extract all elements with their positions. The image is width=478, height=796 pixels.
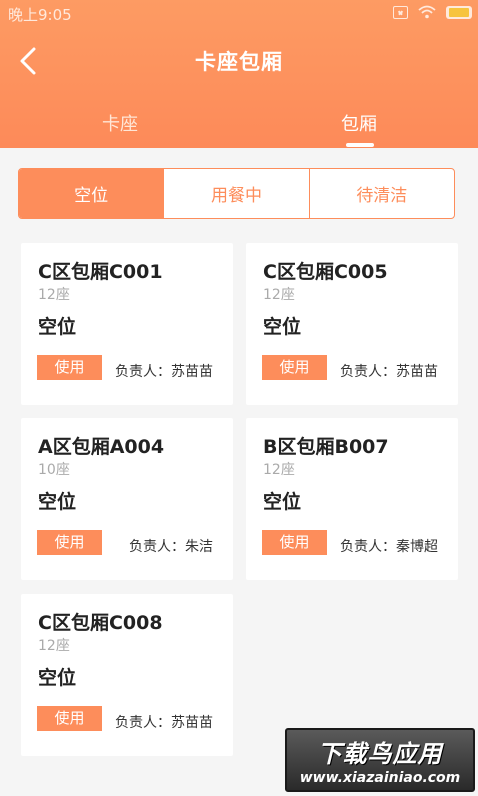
status-time: 晚上9:05 <box>8 6 72 24</box>
tab-booth[interactable]: 卡座 <box>60 110 180 136</box>
room-status: 空位 <box>38 667 77 689</box>
room-manager: 负责人：苏苗苗 <box>115 364 213 380</box>
use-button[interactable]: 使用 <box>262 530 327 555</box>
room-name: C区包厢C008 <box>38 612 163 634</box>
watermark-url: www.xiazainiao.com <box>299 770 461 786</box>
room-seats: 10座 <box>38 462 70 478</box>
room-manager: 负责人：苏苗苗 <box>340 364 438 380</box>
filter-vacant[interactable]: 空位 <box>19 169 164 218</box>
room-manager: 负责人：朱洁 <box>129 539 213 555</box>
status-filter: 空位 用餐中 待清洁 <box>18 168 455 219</box>
room-status: 空位 <box>263 491 302 513</box>
room-name: C区包厢C005 <box>263 261 388 283</box>
room-name: C区包厢C001 <box>38 261 163 283</box>
tab-indicator <box>346 143 374 147</box>
use-button[interactable]: 使用 <box>37 355 102 380</box>
status-bar: 晚上9:05 <box>0 0 478 28</box>
page-title: 卡座包厢 <box>195 50 283 74</box>
room-status: 空位 <box>263 316 302 338</box>
tab-private-room[interactable]: 包厢 <box>299 110 419 136</box>
filter-to-clean[interactable]: 待清洁 <box>308 169 454 218</box>
room-name: B区包厢B007 <box>263 436 389 458</box>
use-button[interactable]: 使用 <box>37 530 102 555</box>
room-card[interactable]: C区包厢C008 12座 空位 使用 负责人：苏苗苗 <box>21 594 233 756</box>
room-manager: 负责人：秦博超 <box>340 539 438 555</box>
room-seats: 12座 <box>263 462 295 478</box>
watermark-logo: 下载鸟应用 www.xiazainiao.com <box>285 728 475 792</box>
room-seats: 12座 <box>38 287 70 303</box>
room-manager: 负责人：苏苗苗 <box>115 715 213 731</box>
battery-icon <box>446 5 472 19</box>
room-card[interactable]: B区包厢B007 12座 空位 使用 负责人：秦博超 <box>246 418 458 580</box>
wifi-icon <box>418 5 436 19</box>
header: 晚上9:05 卡座包厢 卡座 包厢 <box>0 0 478 148</box>
filter-dining[interactable]: 用餐中 <box>163 169 308 218</box>
watermark-title: 下载鸟应用 <box>317 740 443 768</box>
room-card[interactable]: A区包厢A004 10座 空位 使用 负责人：朱洁 <box>21 418 233 580</box>
room-status: 空位 <box>38 491 77 513</box>
no-sim-icon <box>393 5 408 19</box>
room-seats: 12座 <box>263 287 295 303</box>
use-button[interactable]: 使用 <box>262 355 327 380</box>
room-status: 空位 <box>38 316 77 338</box>
room-card[interactable]: C区包厢C005 12座 空位 使用 负责人：苏苗苗 <box>246 243 458 405</box>
room-card[interactable]: C区包厢C001 12座 空位 使用 负责人：苏苗苗 <box>21 243 233 405</box>
room-name: A区包厢A004 <box>38 436 165 458</box>
status-icons <box>393 5 472 19</box>
use-button[interactable]: 使用 <box>37 706 102 731</box>
room-seats: 12座 <box>38 638 70 654</box>
